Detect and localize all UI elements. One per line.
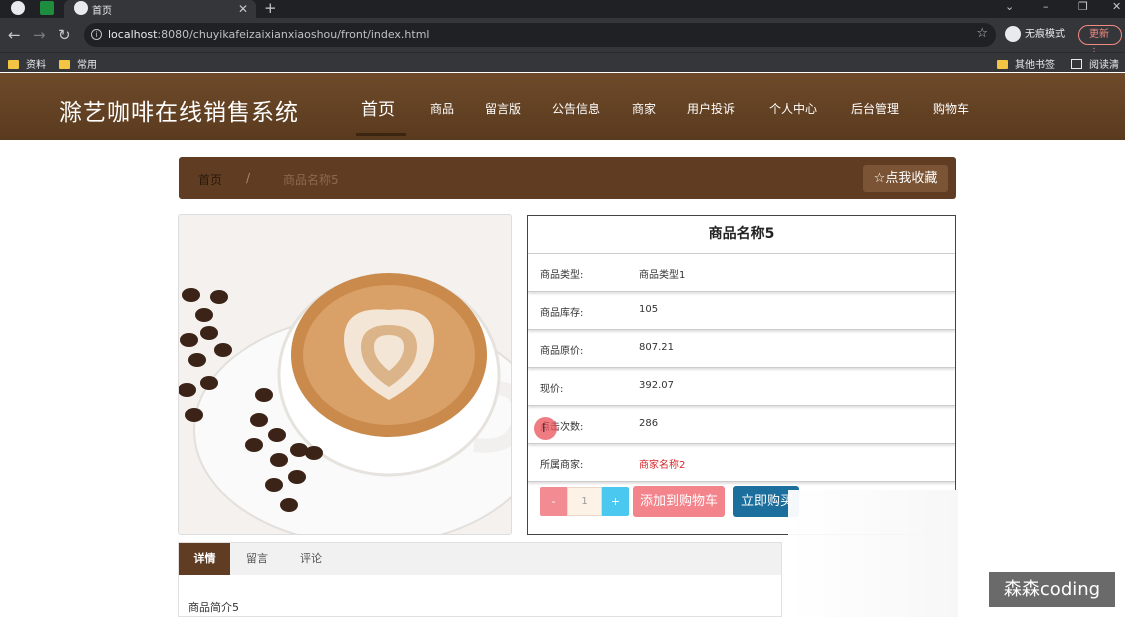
nav-complaints[interactable]: 用户投诉: [687, 100, 735, 117]
incognito-icon: [1005, 26, 1021, 42]
detail-row-current-price: 现价: 392.07: [528, 368, 955, 406]
update-button[interactable]: 更新 ⋮: [1078, 25, 1122, 58]
detail-value: 286: [639, 418, 659, 429]
close-window-icon[interactable]: ✕: [1112, 0, 1121, 14]
detail-label: 所属商家:: [540, 460, 584, 471]
bookmark-label: 常用: [77, 60, 97, 71]
breadcrumb-current: 商品名称5: [283, 173, 339, 187]
address-bar-row: ← → ↻ i localhost:8080/chuyikafeizaixian…: [0, 18, 1125, 58]
url-host: localhost: [108, 28, 158, 41]
url-input[interactable]: i localhost:8080/chuyikafeizaixianxiaosh…: [84, 23, 996, 47]
back-icon[interactable]: ←: [8, 26, 21, 44]
nav-user-center[interactable]: 个人中心: [769, 100, 817, 117]
bookmark-folder-1[interactable]: 资料: [8, 56, 46, 71]
nav-admin[interactable]: 后台管理: [851, 100, 899, 117]
folder-icon: [997, 60, 1008, 69]
pinned-tab-icon[interactable]: [40, 1, 54, 15]
folder-icon: [8, 60, 19, 69]
tab-search-icon[interactable]: ⌄: [1005, 0, 1014, 14]
other-bookmarks[interactable]: 其他书签: [997, 56, 1055, 71]
tab-details[interactable]: 详情: [179, 543, 230, 575]
new-tab-icon[interactable]: +: [264, 0, 277, 16]
nav-cart[interactable]: 购物车: [933, 100, 969, 117]
quantity-input[interactable]: 1: [567, 487, 602, 516]
incognito-label: 无痕模式: [1025, 29, 1065, 40]
coffee-cup-illustration: [179, 215, 511, 534]
update-label: 更新: [1089, 29, 1109, 40]
tab-globe-icon: [74, 1, 88, 15]
product-tabs-panel: 详情 留言 评论 商品简介5: [178, 542, 782, 617]
detail-label: 商品库存:: [540, 308, 584, 319]
nav-merchants[interactable]: 商家: [632, 100, 656, 117]
detail-label: 商品类型:: [540, 270, 584, 281]
nav-messages[interactable]: 留言版: [485, 100, 521, 117]
detail-label: 现价:: [540, 384, 564, 395]
site-title: 滁艺咖啡在线销售系统: [59, 100, 299, 126]
watermark: 森森coding: [989, 572, 1115, 607]
bookmark-folder-2[interactable]: 常用: [59, 56, 97, 71]
bookmarks-bar: 资料 常用 其他书签 阅读清单: [0, 52, 1125, 86]
reading-list-icon: [1071, 59, 1082, 69]
product-name: 商品名称5: [528, 216, 955, 254]
tab-reviews[interactable]: 评论: [291, 543, 331, 575]
detail-label: 商品原价:: [540, 346, 584, 357]
browser-tab-bar: 首页 ✕ + ⌄ – ❐ ✕: [0, 0, 1125, 18]
breadcrumb: 首页 / 商品名称5 ☆点我收藏: [179, 157, 956, 199]
tab-header: 详情 留言 评论: [179, 543, 781, 575]
info-icon[interactable]: i: [91, 29, 102, 40]
nav-active-indicator: [356, 133, 406, 136]
merchant-link[interactable]: 商家名称2: [639, 456, 685, 471]
bookmark-label: 其他书签: [1015, 60, 1055, 71]
restore-icon[interactable]: ❐: [1078, 0, 1088, 14]
tab-close-icon[interactable]: ✕: [238, 0, 248, 18]
nav-products[interactable]: 商品: [430, 100, 454, 117]
product-image: [178, 214, 512, 535]
incognito-indicator[interactable]: 无痕模式: [1005, 25, 1065, 42]
nav-announcements[interactable]: 公告信息: [552, 100, 600, 117]
detail-value: 105: [639, 304, 659, 315]
product-description: 商品简介5: [188, 601, 239, 614]
url-path: :8080/chuyikafeizaixianxiaoshou/front/in…: [157, 28, 430, 41]
detail-value: 807.21: [639, 342, 674, 353]
detail-value: 商品类型1: [639, 270, 686, 281]
quantity-decrease-button[interactable]: -: [540, 487, 567, 516]
overlay-panel: [788, 490, 958, 617]
forward-icon[interactable]: →: [33, 26, 46, 44]
reload-icon[interactable]: ↻: [58, 26, 71, 44]
site-header: 滁艺咖啡在线销售系统 首页 商品 留言版 公告信息 商家 用户投诉 个人中心 后…: [0, 73, 1125, 140]
detail-row-merchant: 所属商家: 商家名称2: [528, 444, 955, 482]
tab-title: 首页: [92, 6, 112, 17]
breadcrumb-separator: /: [246, 171, 251, 185]
bookmark-star-icon[interactable]: ☆: [976, 26, 988, 41]
detail-row-original-price: 商品原价: 807.21: [528, 330, 955, 368]
bookmark-label: 资料: [26, 60, 46, 71]
favorite-button[interactable]: ☆点我收藏: [863, 165, 948, 192]
text-cursor-icon: I: [542, 421, 546, 435]
detail-row-type: 商品类型: 商品类型1: [528, 254, 955, 292]
breadcrumb-home[interactable]: 首页: [198, 171, 222, 188]
nav-home[interactable]: 首页: [361, 95, 395, 120]
browser-globe-icon[interactable]: [11, 1, 25, 15]
minimize-icon[interactable]: –: [1043, 0, 1049, 14]
add-to-cart-button[interactable]: 添加到购物车: [633, 486, 725, 517]
tab-messages[interactable]: 留言: [237, 543, 277, 575]
detail-row-stock: 商品库存: 105: [528, 292, 955, 330]
detail-value: 392.07: [639, 380, 674, 391]
detail-row-clicks: 点击次数: 286: [528, 406, 955, 444]
folder-icon: [59, 60, 70, 69]
quantity-increase-button[interactable]: +: [602, 487, 629, 516]
browser-tab[interactable]: 首页 ✕: [64, 0, 256, 18]
